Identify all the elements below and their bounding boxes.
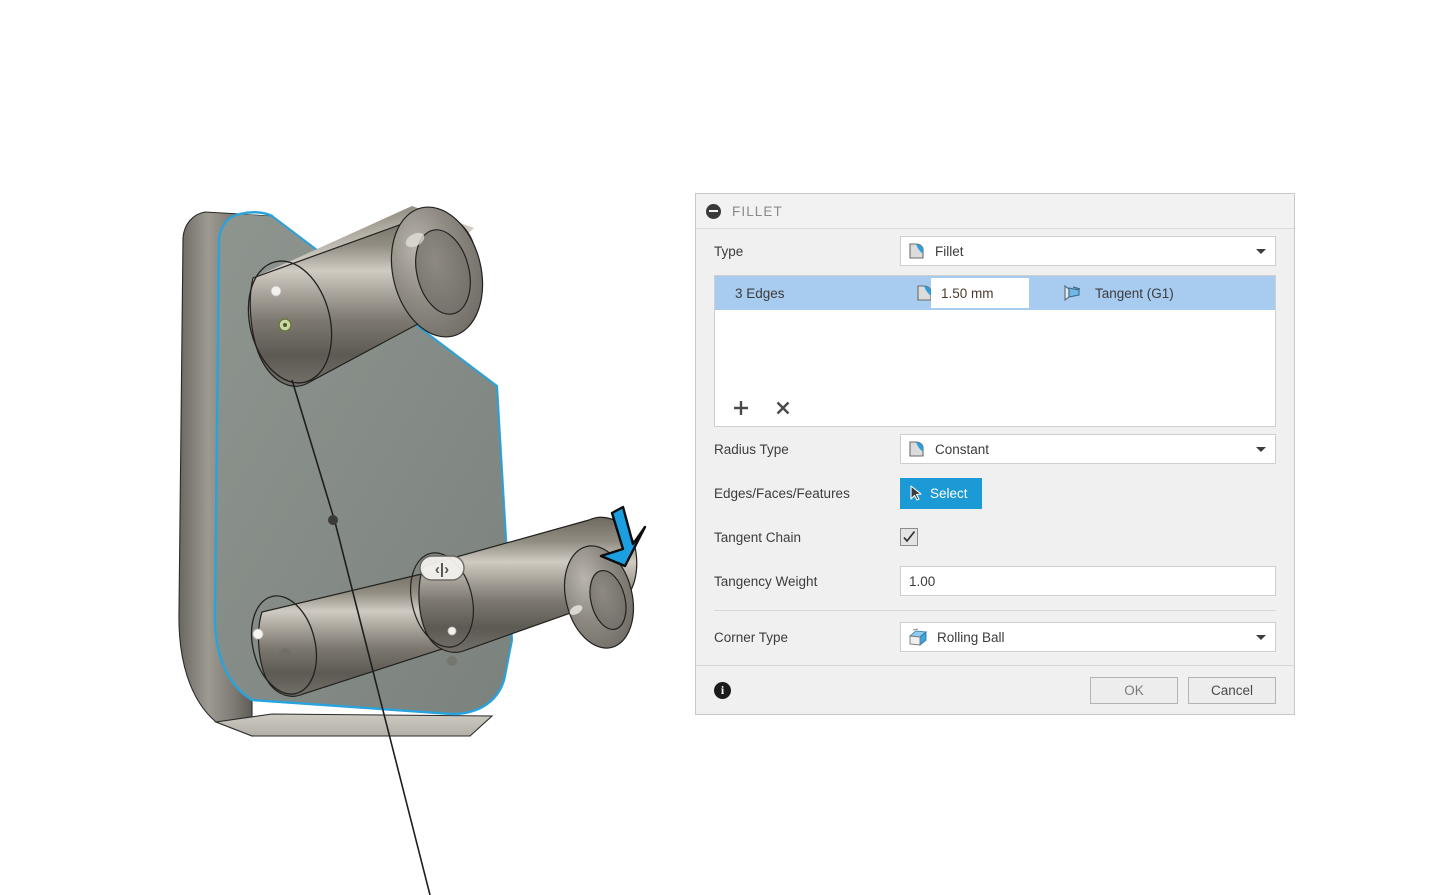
tangency-weight-row: Tangency Weight 1.00 [714,559,1276,603]
tangent-chain-label: Tangent Chain [714,529,802,545]
radius-type-label: Radius Type [714,441,789,457]
edge-list-tools [731,398,793,418]
corner-type-row: Corner Type Rolling Ball [714,615,1276,659]
dialog-body: Type Fillet 3 Edges 1.50 mm Tangent (G1)… [696,229,1294,659]
section-divider [714,610,1276,611]
chevron-down-icon[interactable] [1256,447,1266,452]
add-edge-button[interactable] [731,398,751,418]
dialog-titlebar[interactable]: FILLET [696,194,1294,229]
plate-bottom-face [213,713,494,737]
corner-type-label: Corner Type [714,629,789,645]
cad-3d-viewport[interactable]: ‹|› [0,0,690,895]
cursor-arrow-icon [910,485,922,501]
radius-type-row: Radius Type Constant [714,427,1276,471]
info-icon[interactable]: i [714,681,731,699]
vertex-point-br [447,626,457,636]
chevron-down-icon[interactable] [1256,635,1266,640]
tangency-weight-input[interactable]: 1.00 [900,566,1276,596]
type-row: Type Fillet [714,229,1276,273]
direction-manipulator-badge[interactable]: ‹|› [419,555,465,581]
corner-type-combobox[interactable]: Rolling Ball [900,622,1276,652]
fillet-dialog[interactable]: FILLET Type Fillet 3 Edges 1.50 mm Tange… [695,193,1295,715]
select-button-label: Select [930,485,968,501]
select-button[interactable]: Select [900,477,982,509]
remove-edge-button[interactable] [773,398,793,418]
type-value: Fillet [935,243,964,259]
chevron-down-icon[interactable] [1256,249,1266,254]
tangent-g1-icon [1064,284,1081,302]
tangency-weight-label: Tangency Weight [714,573,818,589]
edge-list-row-selected[interactable]: 3 Edges 1.50 mm Tangent (G1) [715,276,1275,310]
selection-row: Edges/Faces/Features Select [714,471,1276,515]
fillet-icon [909,243,924,259]
edge-list[interactable]: 3 Edges 1.50 mm Tangent (G1) [714,275,1276,427]
tangent-chain-checkbox[interactable] [900,528,918,546]
vertex-point-top-white [270,285,282,297]
cancel-button[interactable]: Cancel [1188,676,1276,704]
ok-button[interactable]: OK [1090,676,1178,704]
svg-text:‹|›: ‹|› [435,561,449,578]
radius-value-input[interactable]: 1.50 mm [931,278,1029,308]
edge-row-label: 3 Edges [735,285,785,301]
radius-type-value: Constant [935,441,990,457]
collapse-minus-icon[interactable] [706,203,721,219]
fillet-icon [909,441,924,457]
corner-type-value: Rolling Ball [937,629,1005,645]
dialog-title: FILLET [732,203,783,219]
continuity-label: Tangent (G1) [1095,285,1174,301]
vertex-point-bl [252,628,264,640]
rolling-ball-icon [908,628,928,646]
axis-midpoint [328,515,338,525]
type-label: Type [714,243,744,259]
checkmark-icon [903,531,916,543]
type-combobox[interactable]: Fillet [900,236,1276,266]
radius-type-combobox[interactable]: Constant [900,434,1276,464]
dialog-footer: i OK Cancel [696,665,1294,714]
tangent-chain-row: Tangent Chain [714,515,1276,559]
cad-model-graphic: ‹|› [178,206,647,895]
selection-label: Edges/Faces/Features [714,485,850,501]
